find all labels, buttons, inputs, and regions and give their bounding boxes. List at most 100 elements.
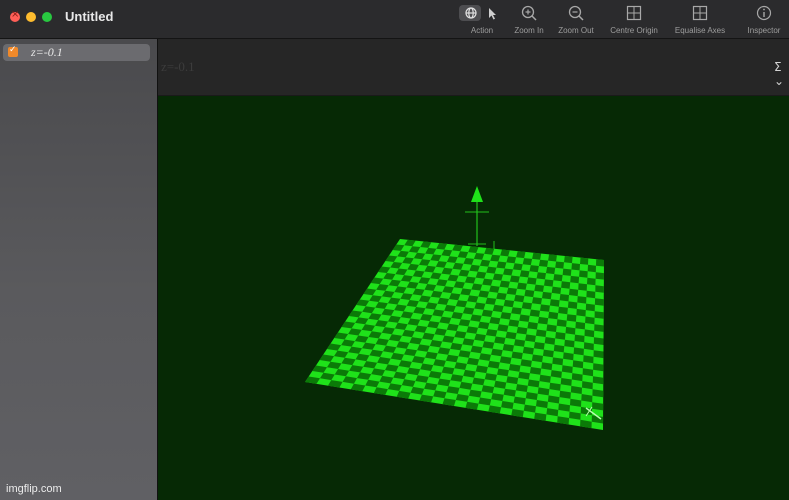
plane-tile: [458, 319, 471, 327]
plane-tile: [537, 316, 549, 325]
plane-tile: [526, 277, 537, 285]
plane-tile: [586, 290, 596, 299]
plane-tile: [571, 263, 580, 271]
plane-tile: [546, 266, 556, 275]
imgflip-watermark: imgflip.com: [6, 483, 62, 495]
equation-editor-bar[interactable]: z=-0.1 Σ ⌄: [158, 39, 789, 96]
centre-origin-label: Centre Origin: [610, 26, 658, 35]
plane-tile: [585, 316, 595, 325]
plane-tile: [474, 302, 486, 310]
plane-tile: [587, 264, 596, 273]
plane-tile: [496, 292, 507, 300]
plane-tile: [534, 284, 544, 292]
z-axis-indicator: [465, 186, 495, 251]
centre-origin-icon: [626, 5, 642, 21]
plane-tile: [516, 251, 526, 259]
plane-tile: [565, 326, 576, 335]
plane-tile: [503, 268, 513, 276]
plane-tile: [595, 285, 604, 293]
plane-tile: [584, 329, 595, 338]
plane-tile: [481, 309, 493, 317]
sigma-icon: Σ: [774, 60, 782, 74]
equalise-axes-label: Equalise Axes: [674, 26, 726, 35]
plane-tile: [524, 289, 535, 298]
zoom-in-label: Zoom In: [514, 26, 544, 35]
plane-tile: [575, 321, 586, 330]
plane-tile: [497, 324, 509, 332]
action-label: Action: [470, 26, 494, 35]
equation-list-item[interactable]: z=-0.1: [3, 44, 150, 61]
plane-tile: [577, 296, 587, 304]
plane-tile: [506, 256, 517, 264]
plane-tile: [549, 299, 560, 307]
plane-tile: [508, 319, 520, 327]
plane-tile: [546, 324, 557, 332]
plane-tile: [532, 297, 542, 305]
plane-tile: [594, 324, 604, 332]
plane-tile: [548, 254, 557, 262]
sigma-menu-button[interactable]: Σ ⌄: [774, 60, 789, 88]
inspector-button[interactable]: Inspector: [742, 4, 786, 36]
plane-tile: [470, 314, 482, 322]
minimize-window-button[interactable]: [26, 12, 36, 22]
plane-tile: [567, 301, 578, 309]
plane-tile: [548, 311, 559, 320]
plane-tile: [576, 308, 586, 317]
plane-tile: [594, 311, 604, 319]
plane-tile: [561, 281, 571, 289]
plane-tile: [538, 259, 549, 267]
zoom-in-button[interactable]: Zoom In: [510, 4, 548, 36]
plane-tile: [511, 307, 522, 315]
plane-tile: [556, 319, 567, 327]
plane-tile: [587, 277, 596, 286]
plane-tile: [535, 329, 547, 337]
plane-tile: [596, 259, 604, 267]
plane-tile: [485, 297, 497, 305]
3d-graph-viewport[interactable]: [158, 96, 789, 500]
plane-tile: [573, 347, 584, 356]
plane-tile: [513, 263, 523, 271]
plane-tile: [478, 321, 490, 330]
plane-tile: [540, 304, 550, 312]
plane-tile: [585, 303, 595, 312]
plane-tile: [519, 314, 530, 322]
chevron-down-icon: ⌄: [774, 74, 785, 88]
equation-input-text[interactable]: z=-0.1: [161, 59, 195, 75]
plane-tile: [492, 304, 504, 313]
equalise-axes-icon: [692, 5, 708, 21]
zoom-out-icon: [568, 5, 584, 21]
plane-tile: [564, 256, 573, 264]
plane-tile: [574, 334, 585, 343]
plane-tile: [553, 274, 563, 282]
plane-tile: [489, 285, 500, 293]
surface-plane: [305, 239, 604, 430]
plane-tile: [562, 268, 572, 276]
visibility-checkbox[interactable]: [8, 45, 18, 57]
plane-tile: [593, 337, 604, 345]
zoom-out-button[interactable]: Zoom Out: [554, 4, 598, 36]
plane-tile: [595, 272, 604, 280]
close-window-button[interactable]: [10, 9, 20, 22]
plane-tile: [509, 275, 520, 283]
equalise-axes-button[interactable]: Equalise Axes: [670, 4, 730, 36]
action-control[interactable]: Action: [462, 4, 502, 36]
centre-origin-button[interactable]: Centre Origin: [605, 4, 663, 36]
plane-tile: [499, 280, 510, 288]
zoom-out-label: Zoom Out: [558, 26, 594, 35]
plane-tile: [580, 257, 589, 265]
plane-tile: [532, 252, 542, 260]
plane-tile: [578, 283, 587, 291]
plane-tile: [544, 279, 554, 287]
plane-tile: [564, 339, 575, 348]
plane-tile: [542, 291, 552, 300]
plane-tile: [522, 258, 533, 266]
plane-tile: [559, 294, 569, 302]
plane-tile: [492, 273, 503, 281]
action-icons: [465, 7, 496, 20]
window-titlebar: Untitled Action Zoom In Zoom Out: [0, 0, 789, 39]
plane-tile: [527, 321, 538, 330]
3d-scene: [305, 186, 604, 430]
plane-tile: [506, 287, 517, 295]
zoom-window-button[interactable]: [42, 12, 52, 22]
plane-tile: [570, 275, 580, 284]
